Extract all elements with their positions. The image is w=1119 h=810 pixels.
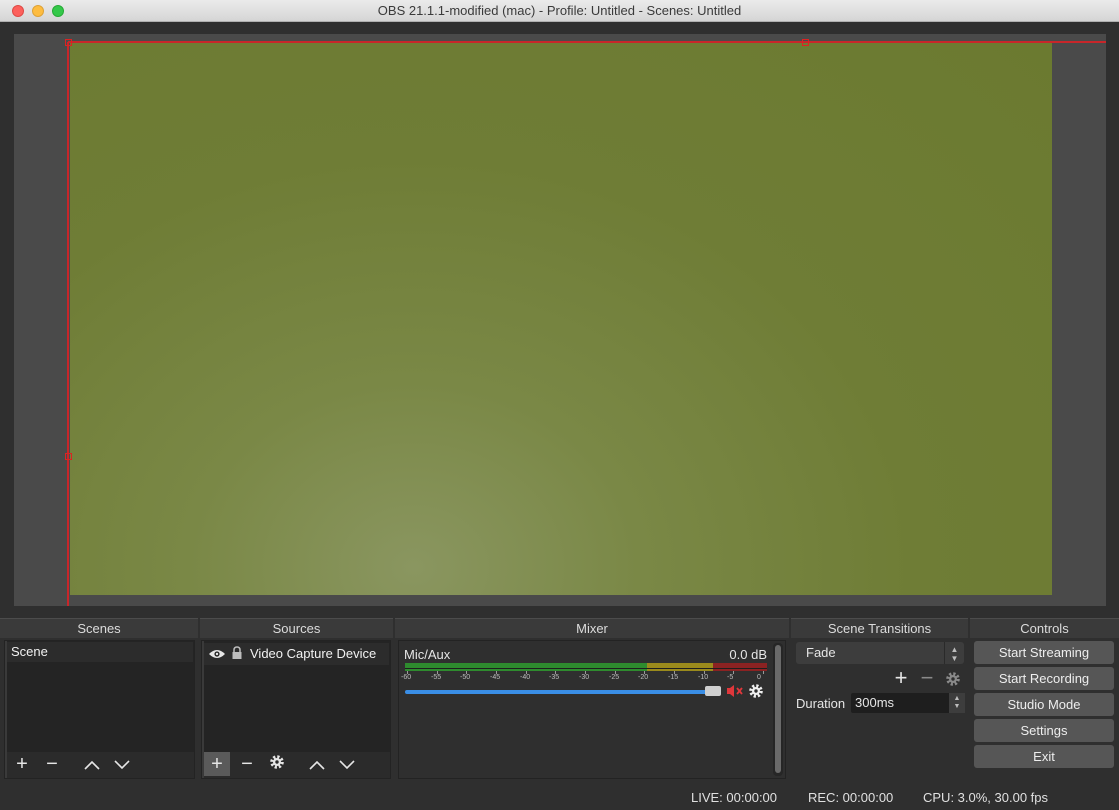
resize-handle-left[interactable] bbox=[65, 453, 72, 460]
sources-list[interactable]: Video Capture Device bbox=[204, 641, 390, 752]
scene-item[interactable]: Scene bbox=[7, 642, 193, 662]
exit-button[interactable]: Exit bbox=[974, 745, 1114, 768]
sources-panel: Video Capture Device + − bbox=[201, 640, 391, 779]
muted-speaker-icon[interactable] bbox=[726, 684, 744, 698]
move-source-down-button[interactable] bbox=[334, 752, 360, 776]
studio-mode-button[interactable]: Studio Mode bbox=[974, 693, 1114, 716]
mixer-db-value: 0.0 dB bbox=[729, 647, 767, 662]
volume-slider-handle[interactable] bbox=[705, 686, 721, 696]
move-scene-up-button[interactable] bbox=[79, 752, 105, 776]
meter-tick-label: -40 bbox=[520, 674, 531, 681]
meter-tick-label: -20 bbox=[638, 674, 649, 681]
mixer-panel: Mic/Aux 0.0 dB -60 -55 -50 -45 -40 -35 -30 -25-… bbox=[398, 640, 786, 779]
dock-headers: Scenes Sources Mixer Scene Transitions C… bbox=[0, 618, 1119, 640]
selection-border-top bbox=[68, 41, 1106, 43]
meter-tick-label: -15 bbox=[668, 674, 679, 681]
meter-tick-label: -55 bbox=[431, 674, 442, 681]
mixer-channel-name: Mic/Aux bbox=[404, 647, 451, 662]
chevron-down-icon bbox=[114, 760, 130, 770]
meter-tick-label: -35 bbox=[549, 674, 560, 681]
meter-tick-label: -25 bbox=[609, 674, 620, 681]
minimize-window-icon[interactable] bbox=[32, 5, 44, 17]
start-recording-button[interactable]: Start Recording bbox=[974, 667, 1114, 690]
chevron-down-icon bbox=[339, 760, 355, 770]
rec-status: REC: 00:00:00 bbox=[808, 790, 894, 805]
remove-transition-button[interactable]: − bbox=[917, 666, 937, 690]
meter-tick-label: -60 bbox=[401, 674, 412, 681]
volume-slider-track[interactable] bbox=[405, 690, 713, 694]
selection-border-left bbox=[67, 42, 69, 606]
obs-window: OBS 21.1.1-modified (mac) - Profile: Unt… bbox=[0, 0, 1119, 810]
transition-select[interactable]: Fade ▲ ▼ bbox=[796, 642, 964, 664]
meter-tick-label: -45 bbox=[490, 674, 501, 681]
meter-tick-labels: -60 -55 -50 -45 -40 -35 -30 -25 -20 -15 -10 -5 0 bbox=[401, 671, 767, 683]
cpu-status: CPU: 3.0%, 30.00 fps bbox=[923, 790, 1049, 805]
chevron-up-icon bbox=[84, 760, 100, 770]
eye-icon[interactable] bbox=[208, 648, 226, 660]
mixer-scrollbar-thumb[interactable] bbox=[775, 645, 781, 773]
sources-toolbar: + − bbox=[204, 752, 390, 778]
video-capture-preview[interactable] bbox=[70, 42, 1052, 595]
zoom-window-icon[interactable] bbox=[52, 5, 64, 17]
sources-dock-title: Sources bbox=[200, 618, 393, 638]
window-title: OBS 21.1.1-modified (mac) - Profile: Unt… bbox=[377, 3, 742, 18]
duration-stepper-icon[interactable]: ▲ ▼ bbox=[949, 693, 965, 713]
meter-tick-label: -50 bbox=[460, 674, 471, 681]
meter-tick-label: -5 bbox=[727, 674, 734, 681]
chevron-up-icon bbox=[309, 760, 325, 770]
transition-select-value: Fade bbox=[806, 645, 836, 660]
source-item[interactable]: Video Capture Device bbox=[204, 643, 389, 665]
mixer-dock-title: Mixer bbox=[395, 618, 789, 638]
title-bar[interactable]: OBS 21.1.1-modified (mac) - Profile: Unt… bbox=[0, 0, 1119, 22]
duration-spinbox[interactable]: 300ms ▲ ▼ bbox=[851, 693, 965, 713]
transition-gear-icon[interactable] bbox=[945, 671, 961, 687]
transitions-panel: Fade ▲ ▼ + − Duration 300ms ▲ ▼ bbox=[791, 640, 968, 779]
scenes-list[interactable]: Scene bbox=[7, 641, 194, 752]
transitions-dock-title: Scene Transitions bbox=[791, 618, 968, 638]
add-source-button[interactable]: + bbox=[204, 752, 230, 776]
resize-handle-top[interactable] bbox=[802, 39, 809, 46]
updown-chevron-icon: ▲ ▼ bbox=[944, 642, 964, 664]
move-source-up-button[interactable] bbox=[304, 752, 330, 776]
close-window-icon[interactable] bbox=[12, 5, 24, 17]
source-label: Video Capture Device bbox=[250, 646, 377, 661]
mixer-gear-icon[interactable] bbox=[748, 683, 764, 699]
meter-tick-label: -30 bbox=[579, 674, 590, 681]
duration-label: Duration bbox=[796, 696, 846, 711]
lock-icon[interactable] bbox=[231, 646, 243, 660]
resize-handle-top-left[interactable] bbox=[65, 39, 72, 46]
scenes-dock-title: Scenes bbox=[0, 618, 198, 638]
preview-area[interactable] bbox=[0, 22, 1119, 618]
remove-scene-button[interactable]: − bbox=[39, 752, 65, 776]
preview-canvas[interactable] bbox=[14, 34, 1106, 606]
status-bar: LIVE: 00:00:00 REC: 00:00:00 CPU: 3.0%, … bbox=[0, 785, 1119, 810]
scenes-toolbar: + − bbox=[7, 752, 194, 778]
move-scene-down-button[interactable] bbox=[109, 752, 135, 776]
add-transition-button[interactable]: + bbox=[891, 666, 911, 690]
scenes-panel: Scene + − bbox=[4, 640, 195, 779]
start-streaming-button[interactable]: Start Streaming bbox=[974, 641, 1114, 664]
controls-dock-title: Controls bbox=[970, 618, 1119, 638]
add-scene-button[interactable]: + bbox=[9, 752, 35, 776]
settings-button[interactable]: Settings bbox=[974, 719, 1114, 742]
live-status: LIVE: 00:00:00 bbox=[691, 790, 778, 805]
meter-tick-mark bbox=[763, 671, 764, 674]
volume-meter bbox=[405, 663, 767, 671]
gear-icon bbox=[270, 755, 284, 769]
duration-value: 300ms bbox=[855, 695, 895, 710]
meter-tick-label: -10 bbox=[698, 674, 709, 681]
remove-source-button[interactable]: − bbox=[234, 752, 260, 776]
source-properties-button[interactable] bbox=[264, 752, 290, 776]
meter-tick-label: 0 bbox=[757, 674, 761, 681]
mixer-scrollbar[interactable] bbox=[773, 643, 783, 776]
